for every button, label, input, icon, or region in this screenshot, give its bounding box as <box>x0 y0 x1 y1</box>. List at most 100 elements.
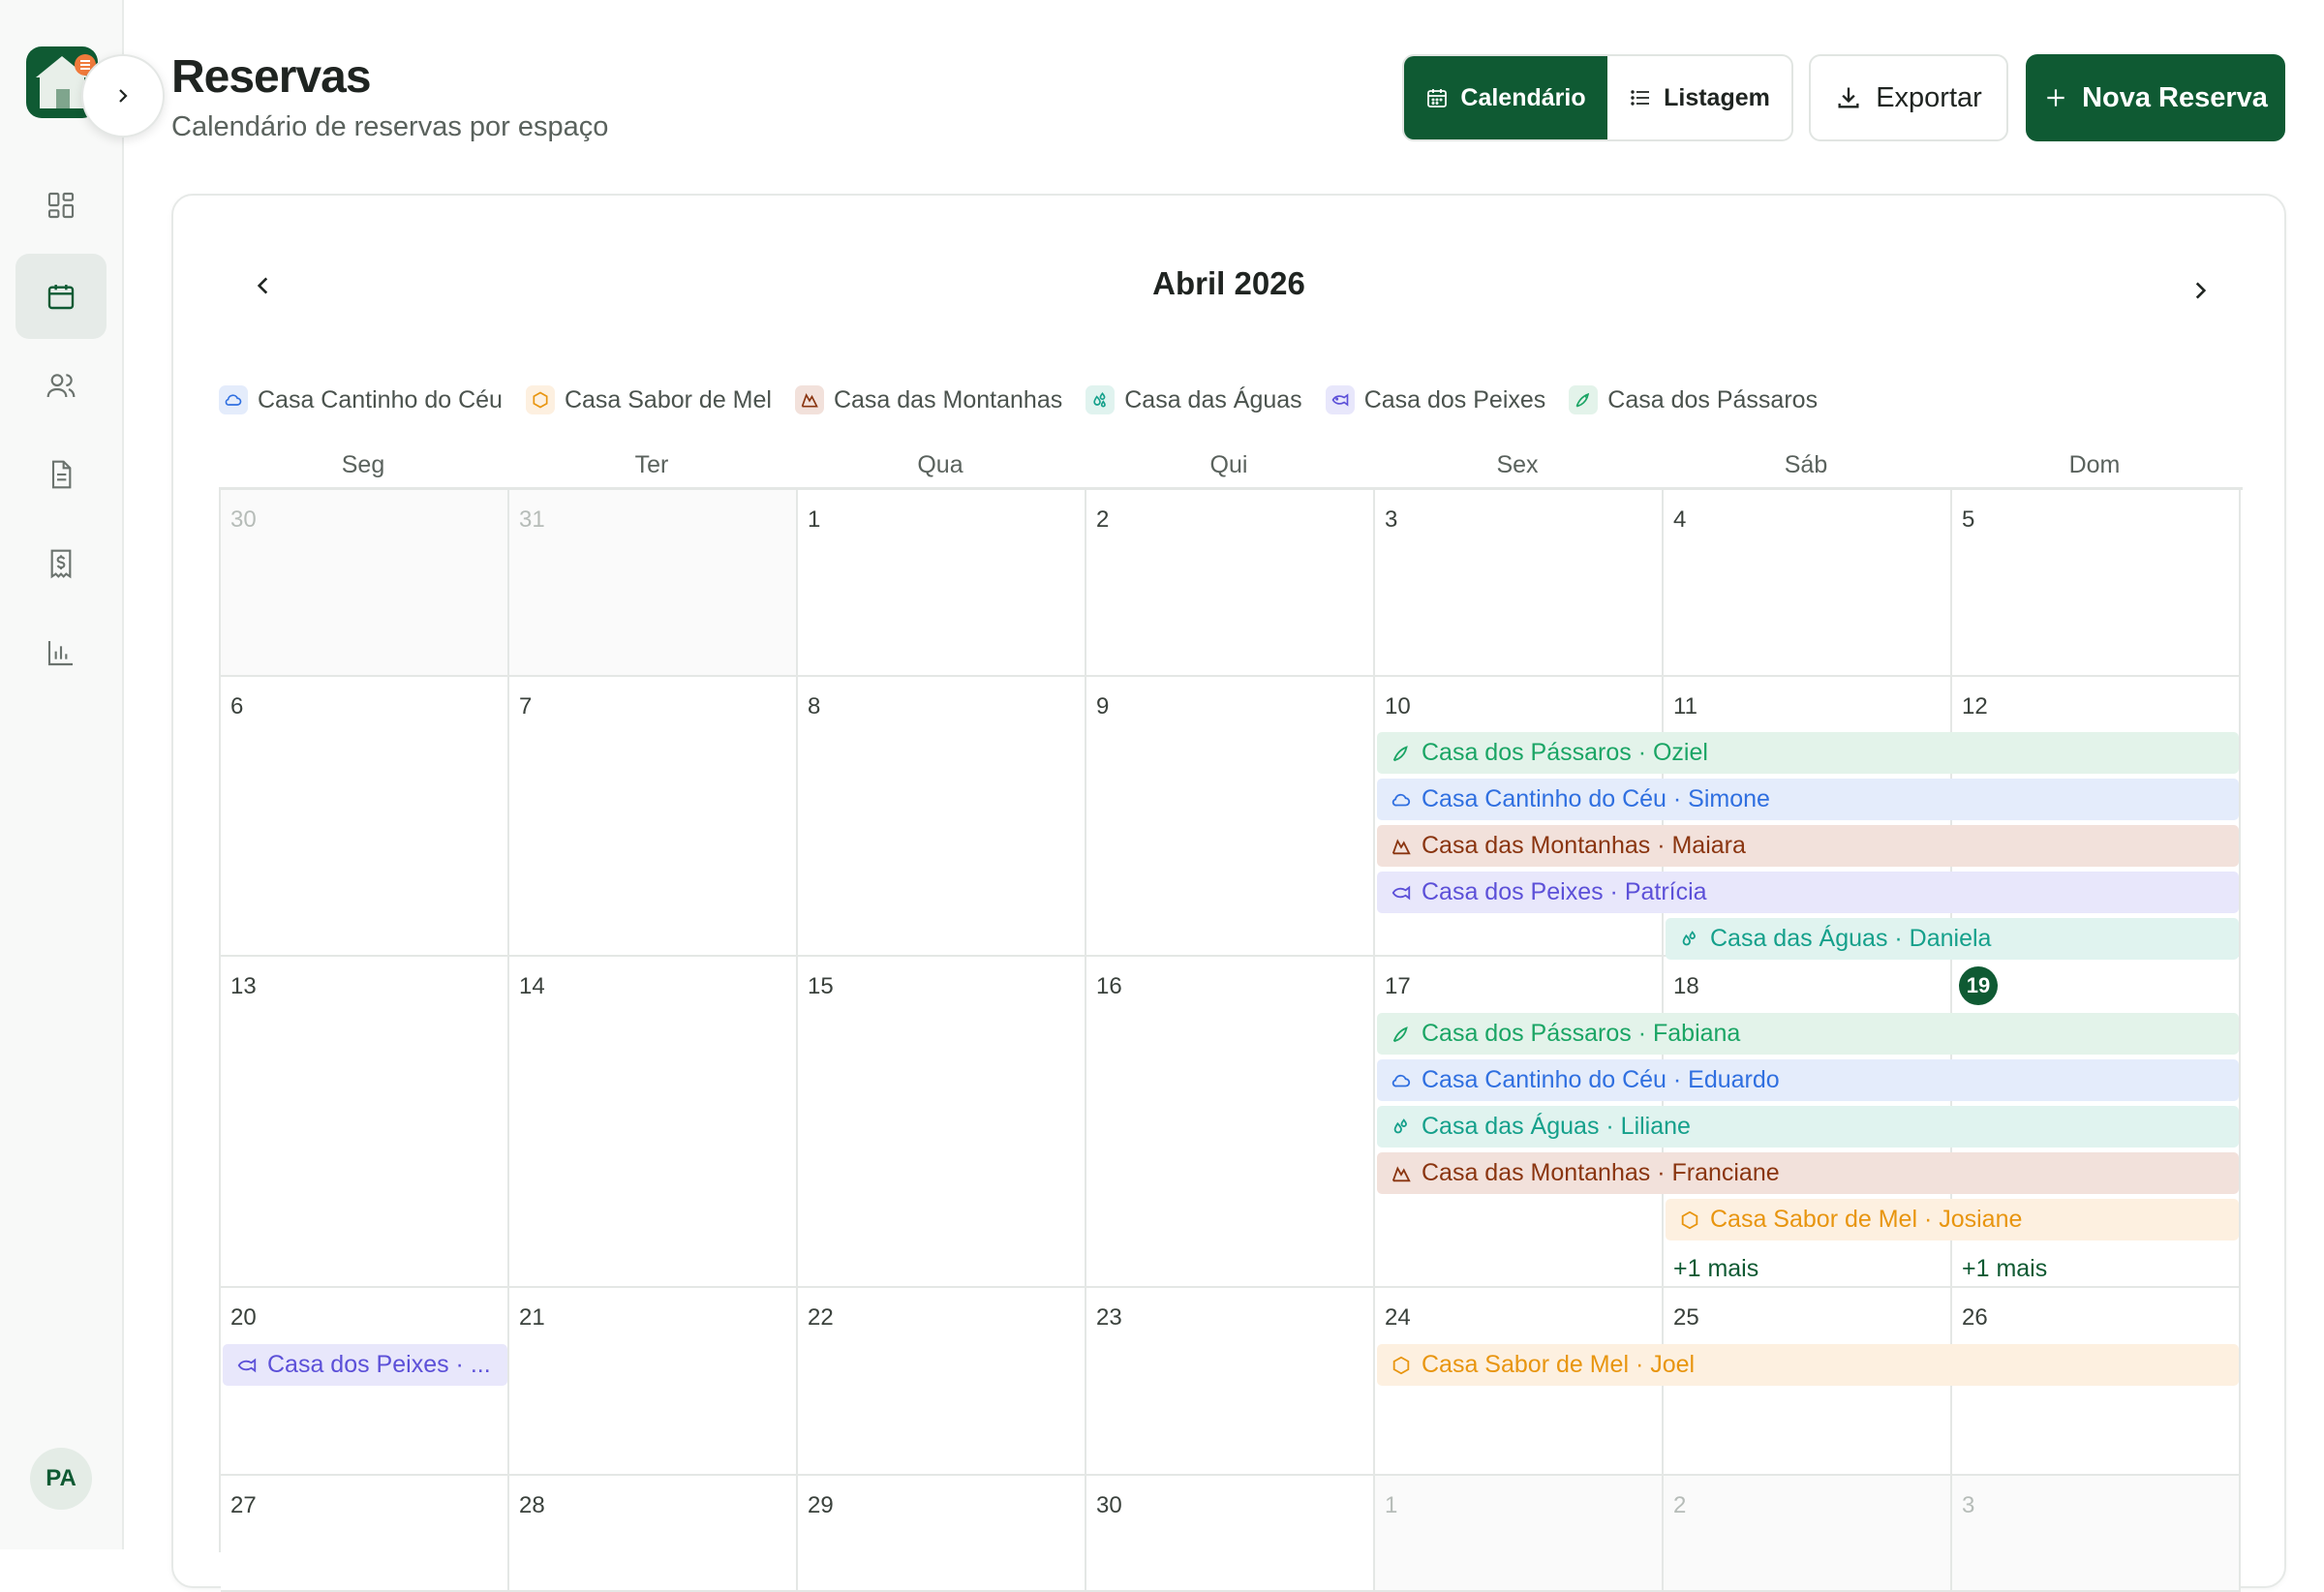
day-number: 30 <box>230 506 257 533</box>
day-number: 14 <box>519 973 545 999</box>
next-month-button[interactable] <box>2173 263 2227 318</box>
page-title: Reservas <box>171 51 372 103</box>
reservation-label: Casa Sabor de Mel · Josiane <box>1710 1206 2023 1233</box>
legend-item-sabor-de-mel[interactable]: Casa Sabor de Mel <box>525 385 772 414</box>
legend-label: Casa das Montanhas <box>833 385 1063 413</box>
day-cell[interactable]: 13 <box>221 957 509 1288</box>
dollar-receipt-icon <box>50 549 72 579</box>
more-events-link[interactable]: +1 mais <box>1673 1255 1758 1283</box>
day-cell[interactable]: 1 <box>1375 1476 1664 1592</box>
day-cell[interactable]: 4 <box>1664 490 1952 677</box>
day-cell[interactable]: 8 <box>798 677 1086 957</box>
day-number: 9 <box>1096 693 1110 719</box>
chevron-right-icon <box>119 89 128 103</box>
legend-item-cantinho-do-ceu[interactable]: Casa Cantinho do Céu <box>219 385 503 414</box>
reservation-event[interactable]: Casa das Águas · Daniela <box>1666 918 2239 960</box>
hexagon-icon <box>525 385 555 414</box>
day-cell[interactable]: 3 <box>1375 490 1664 677</box>
weekday-header: Dom <box>2068 451 2121 478</box>
user-avatar[interactable]: PA <box>30 1448 92 1510</box>
weekday-header: Ter <box>634 451 669 478</box>
hexagon-icon <box>1679 1209 1700 1231</box>
day-number: 7 <box>519 693 533 719</box>
more-events-link[interactable]: +1 mais <box>1962 1255 2047 1283</box>
legend-item-dos-peixes[interactable]: Casa dos Peixes <box>1325 385 1545 414</box>
calendar-view-button[interactable]: Calendário <box>1404 56 1607 139</box>
day-cell[interactable]: 23 <box>1086 1288 1375 1476</box>
reservation-label: Casa das Águas · Liliane <box>1422 1113 1691 1140</box>
reservation-event[interactable]: Casa das Montanhas · Franciane <box>1377 1152 2239 1194</box>
reservation-label: Casa Cantinho do Céu · Simone <box>1422 785 1770 812</box>
day-number: 3 <box>1385 506 1398 533</box>
list-view-label: Listagem <box>1664 83 1770 111</box>
legend-label: Casa das Águas <box>1124 385 1302 413</box>
day-cell[interactable]: 30 <box>221 490 509 677</box>
grid-icon <box>47 192 75 219</box>
calendar-view-label: Calendário <box>1460 83 1586 111</box>
cloud-icon <box>1391 1070 1412 1091</box>
legend-item-dos-passaros[interactable]: Casa dos Pássaros <box>1569 385 1818 414</box>
legend-item-das-aguas[interactable]: Casa das Águas <box>1086 385 1302 414</box>
reservation-event[interactable]: Casa Cantinho do Céu · Eduardo <box>1377 1059 2239 1101</box>
hexagon-icon <box>1391 1355 1412 1376</box>
export-button[interactable]: Exportar <box>1809 54 2008 141</box>
day-cell[interactable]: 21 <box>509 1288 798 1476</box>
day-cell[interactable]: 31 <box>509 490 798 677</box>
day-cell[interactable]: 1 <box>798 490 1086 677</box>
new-reservation-button[interactable]: Nova Reserva <box>2026 54 2285 141</box>
day-cell[interactable]: 22 <box>798 1288 1086 1476</box>
weekday-header: Sáb <box>1784 451 1828 478</box>
day-cell[interactable]: 30 <box>1086 1476 1375 1592</box>
sidebar-item-guests[interactable] <box>15 343 107 428</box>
reservation-event[interactable]: Casa Cantinho do Céu · Simone <box>1377 779 2239 820</box>
day-number: 21 <box>519 1304 545 1331</box>
day-cell[interactable]: 27 <box>221 1476 509 1592</box>
day-cell[interactable]: 9 <box>1086 677 1375 957</box>
reservation-label: Casa dos Pássaros · Fabiana <box>1422 1020 1741 1047</box>
day-number: 23 <box>1096 1304 1122 1331</box>
reservation-event[interactable]: Casa dos Pássaros · Oziel <box>1377 732 2239 774</box>
legend-item-das-montanhas[interactable]: Casa das Montanhas <box>794 385 1063 414</box>
sidebar-item-calendar[interactable] <box>15 254 107 339</box>
reservation-event[interactable]: Casa dos Pássaros · Fabiana <box>1377 1013 2239 1055</box>
day-number: 24 <box>1385 1304 1411 1331</box>
fish-icon <box>1325 385 1355 414</box>
day-cell[interactable]: 6 <box>221 677 509 957</box>
reservation-event[interactable]: Casa dos Peixes · ... <box>223 1344 507 1386</box>
download-icon <box>1838 87 1859 108</box>
sidebar-item-documents[interactable] <box>15 432 107 517</box>
day-cell[interactable]: 5 <box>1952 490 2241 677</box>
fish-icon <box>236 1355 258 1376</box>
reservation-event[interactable]: Casa Sabor de Mel · Joel <box>1377 1344 2239 1386</box>
reservation-event[interactable]: Casa das Águas · Liliane <box>1377 1106 2239 1148</box>
sidebar-toggle-button[interactable] <box>81 54 165 138</box>
reservation-event[interactable]: Casa dos Peixes · Patrícia <box>1377 872 2239 913</box>
day-number: 10 <box>1385 693 1411 719</box>
reservation-event[interactable]: Casa Sabor de Mel · Josiane <box>1666 1199 2239 1240</box>
day-number: 15 <box>808 973 834 999</box>
mountain-icon <box>794 385 824 414</box>
day-cell[interactable]: 15 <box>798 957 1086 1288</box>
day-cell[interactable]: 16 <box>1086 957 1375 1288</box>
day-number: 2 <box>1096 506 1110 533</box>
cloud-icon <box>1391 789 1412 811</box>
day-cell[interactable]: 2 <box>1664 1476 1952 1592</box>
plus-icon <box>2047 89 2064 107</box>
day-number: 25 <box>1673 1304 1699 1331</box>
day-cell[interactable]: 29 <box>798 1476 1086 1592</box>
day-cell[interactable]: 14 <box>509 957 798 1288</box>
day-number: 6 <box>230 693 244 719</box>
list-view-button[interactable]: Listagem <box>1607 56 1791 139</box>
reservation-event[interactable]: Casa das Montanhas · Maiara <box>1377 825 2239 867</box>
day-cell[interactable]: 2 <box>1086 490 1375 677</box>
bird-icon <box>1391 743 1412 764</box>
bird-icon <box>1391 1024 1412 1045</box>
mountain-icon <box>1391 836 1412 857</box>
sidebar-item-finance[interactable] <box>15 521 107 606</box>
day-cell[interactable]: 28 <box>509 1476 798 1592</box>
sidebar-item-dashboard[interactable] <box>15 163 107 248</box>
day-cell[interactable]: 7 <box>509 677 798 957</box>
reservation-label: Casa das Montanhas · Maiara <box>1422 832 1746 859</box>
day-cell[interactable]: 3 <box>1952 1476 2241 1592</box>
sidebar-item-reports[interactable] <box>15 610 107 695</box>
